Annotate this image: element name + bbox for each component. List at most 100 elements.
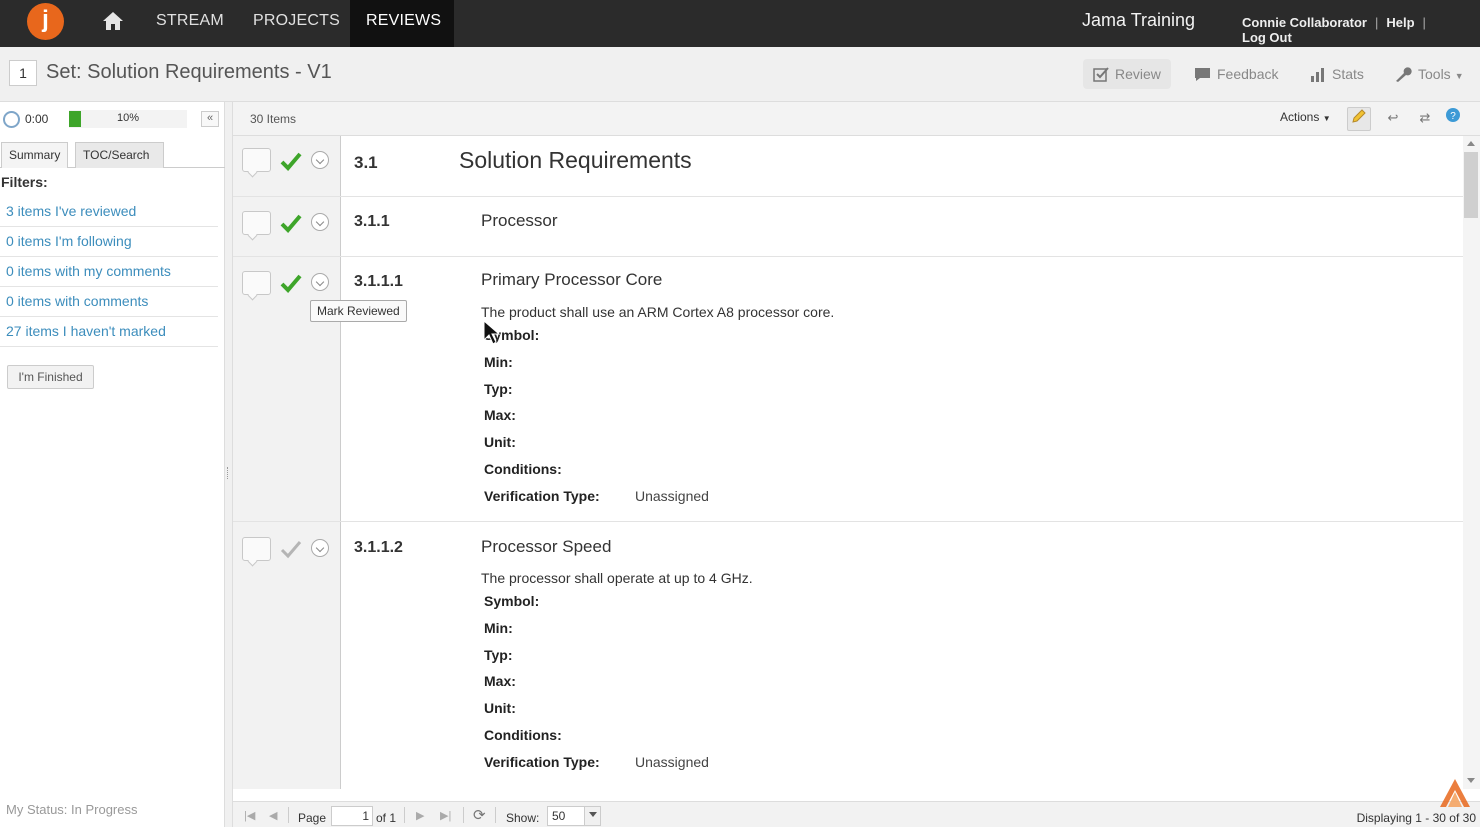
item-menu-icon[interactable] <box>311 213 329 231</box>
last-page-icon[interactable]: ▶| <box>440 809 451 822</box>
chevron-down-icon: ▼ <box>1454 71 1464 81</box>
verification-type-value: Unassigned <box>635 488 709 504</box>
top-navbar: j STREAM PROJECTS REVIEWS Jama Training … <box>0 0 1480 47</box>
review-check-icon <box>1093 67 1109 82</box>
items-count: 30 Items <box>250 112 297 126</box>
left-sidebar: 0:00 10% « Summary TOC/Search Filters: 3… <box>0 102 225 827</box>
actions-menu[interactable]: Actions ▼ <box>1280 110 1331 124</box>
filter-following: 0 items I'm following <box>0 227 218 257</box>
feedback-button[interactable]: Feedback <box>1184 59 1288 89</box>
logout-link[interactable]: Log Out <box>1242 30 1292 45</box>
my-status: My Status: In Progress <box>6 802 138 817</box>
field-symbol: Symbol: <box>484 593 540 609</box>
field-max: Max: <box>484 673 516 689</box>
filters-heading: Filters: <box>1 174 48 190</box>
comment-icon[interactable] <box>242 211 271 235</box>
item-description: The processor shall operate at up to 4 G… <box>481 570 753 586</box>
pencil-icon[interactable] <box>1347 107 1371 131</box>
tools-label: Tools <box>1418 66 1451 82</box>
splitter-grip[interactable] <box>227 467 230 479</box>
refresh-icon[interactable]: ⟳ <box>473 806 486 824</box>
svg-text:?: ? <box>1450 111 1456 122</box>
wrench-icon <box>1396 67 1412 82</box>
stats-button[interactable]: Stats <box>1300 59 1374 89</box>
filter-link[interactable]: 3 items I've reviewed <box>6 203 136 219</box>
item-number: 3.1 <box>354 153 378 172</box>
mouse-cursor-icon <box>483 320 501 345</box>
comment-icon[interactable] <box>242 148 271 172</box>
check-icon[interactable] <box>280 151 302 171</box>
user-name-link[interactable]: Connie Collaborator <box>1242 15 1367 30</box>
tools-menu-button[interactable]: Tools ▼ <box>1384 59 1474 89</box>
jama-logo[interactable]: j <box>27 3 64 40</box>
field-verification-type: Verification Type: <box>484 488 600 504</box>
item-title: Primary Processor Core <box>481 270 663 289</box>
document-toolbar: 30 Items Actions ▼ ↩ ⇄ ? <box>233 102 1480 136</box>
chevron-down-icon: ▼ <box>1322 114 1331 123</box>
scrollbar-thumb[interactable] <box>1464 152 1478 218</box>
refresh-icon[interactable]: ⇄ <box>1413 107 1437 131</box>
filter-comments: 0 items with comments <box>0 287 218 317</box>
filter-link[interactable]: 0 items I'm following <box>6 233 132 249</box>
stats-label: Stats <box>1332 66 1364 82</box>
item-title: Processor Speed <box>481 537 612 556</box>
page-label: Page <box>298 811 327 825</box>
tab-toc-search[interactable]: TOC/Search <box>75 142 164 168</box>
clock-icon <box>3 111 20 128</box>
check-icon[interactable] <box>280 539 302 559</box>
field-max: Max: <box>484 407 516 423</box>
list-item: 3.1.1.1 Primary Processor Core The produ… <box>233 257 1463 522</box>
tab-summary[interactable]: Summary <box>1 142 69 168</box>
jama-watermark-icon <box>1440 779 1470 807</box>
filter-reviewed: 3 items I've reviewed <box>0 197 218 227</box>
list-item: 3.1.1 Processor <box>233 197 1463 257</box>
actions-label: Actions <box>1280 110 1320 124</box>
item-menu-icon[interactable] <box>311 273 329 291</box>
collapse-panel-button[interactable]: « <box>201 111 219 127</box>
page-number-input[interactable]: 1 <box>331 806 373 826</box>
divider <box>495 807 496 823</box>
filter-link[interactable]: 0 items with my comments <box>6 263 171 279</box>
scroll-up-icon[interactable] <box>1467 141 1475 146</box>
im-finished-button[interactable]: I'm Finished <box>7 365 94 389</box>
next-page-icon[interactable]: ▶ <box>416 809 424 822</box>
field-verification-type: Verification Type: <box>484 754 600 770</box>
comment-icon[interactable] <box>242 271 271 295</box>
review-label: Review <box>1115 66 1161 82</box>
field-conditions: Conditions: <box>484 727 562 743</box>
instance-name: Jama Training <box>1082 10 1196 30</box>
prev-page-icon[interactable]: ◀ <box>269 809 277 822</box>
nav-projects[interactable]: PROJECTS <box>240 0 353 47</box>
filter-link[interactable]: 0 items with comments <box>6 293 148 309</box>
scrollbar[interactable] <box>1463 136 1480 789</box>
help-link[interactable]: Help <box>1386 15 1414 30</box>
filter-unmarked: 27 items I haven't marked <box>0 317 218 347</box>
help-icon[interactable]: ? <box>1441 107 1465 131</box>
panel-splitter[interactable] <box>225 102 233 827</box>
return-icon[interactable]: ↩ <box>1381 107 1405 131</box>
set-number-badge: 1 <box>9 60 37 86</box>
check-icon[interactable] <box>280 273 302 293</box>
first-page-icon[interactable]: |◀ <box>244 809 255 822</box>
speech-bubble-icon <box>1195 68 1210 81</box>
nav-reviews[interactable]: REVIEWS <box>350 0 454 47</box>
page-of-label: of 1 <box>376 811 397 825</box>
pagination-bar: |◀ ◀ Page 1 of 1 ▶ ▶| ⟳ Show: 50 Display… <box>233 801 1480 827</box>
check-icon[interactable] <box>280 213 302 233</box>
page-size-select[interactable]: 50 <box>547 806 601 826</box>
item-menu-icon[interactable] <box>311 151 329 169</box>
filter-link[interactable]: 27 items I haven't marked <box>6 323 166 339</box>
nav-stream[interactable]: STREAM <box>143 0 237 47</box>
review-button[interactable]: Review <box>1083 59 1171 89</box>
show-label: Show: <box>506 811 540 825</box>
bar-chart-icon <box>1311 68 1324 82</box>
home-icon[interactable] <box>102 11 124 31</box>
comment-icon[interactable] <box>242 537 271 561</box>
item-number: 3.1.1 <box>354 213 390 230</box>
field-unit: Unit: <box>484 700 516 716</box>
page-size-value: 50 <box>552 809 566 823</box>
field-unit: Unit: <box>484 434 516 450</box>
review-timer: 0:00 <box>25 112 49 126</box>
item-menu-icon[interactable] <box>311 539 329 557</box>
item-description: The product shall use an ARM Cortex A8 p… <box>481 304 835 320</box>
